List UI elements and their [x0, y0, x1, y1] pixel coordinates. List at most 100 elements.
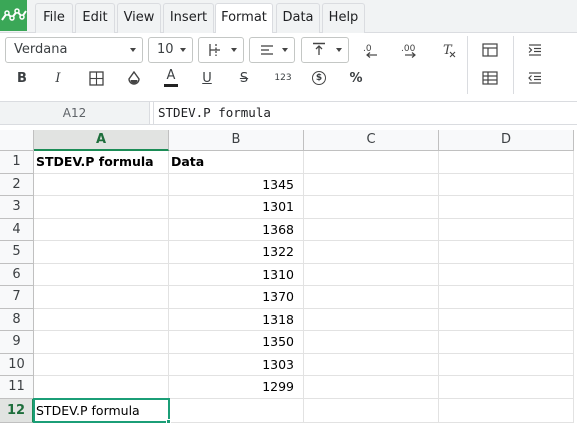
merge-cells-button[interactable] — [478, 38, 502, 62]
cell-d6[interactable] — [439, 264, 574, 286]
menu-edit[interactable]: Edit — [75, 3, 115, 33]
vertical-align-select[interactable] — [301, 37, 349, 63]
borders-select[interactable] — [198, 37, 244, 63]
cell-b12[interactable] — [169, 399, 304, 423]
row-header-8[interactable]: 8 — [0, 309, 34, 331]
strikethrough-button[interactable]: S — [232, 66, 256, 90]
row-header-4[interactable]: 4 — [0, 219, 34, 241]
cell-b10[interactable]: 1303 — [169, 354, 304, 376]
cell-b7[interactable]: 1370 — [169, 286, 304, 309]
insert-table-button[interactable] — [478, 66, 502, 90]
menu-format[interactable]: Format — [215, 3, 273, 34]
cell-c1[interactable] — [304, 151, 439, 174]
row-header-5[interactable]: 5 — [0, 241, 34, 264]
cell-a2[interactable] — [34, 174, 169, 196]
cell-a6[interactable] — [34, 264, 169, 286]
cell-b11[interactable]: 1299 — [169, 376, 304, 399]
cell-c3[interactable] — [304, 196, 439, 219]
cell-a11[interactable] — [34, 376, 169, 399]
cell-a1[interactable]: STDEV.P formula — [34, 151, 169, 174]
cell-d3[interactable] — [439, 196, 574, 219]
column-header-d[interactable]: D — [439, 130, 574, 151]
font-color-button[interactable]: A — [159, 66, 183, 90]
row-header-12[interactable]: 12 — [0, 399, 34, 423]
cell-reference-box[interactable]: A12 — [0, 102, 150, 124]
column-header-b[interactable]: B — [169, 130, 304, 151]
cell-a10[interactable] — [34, 354, 169, 376]
cell-b2[interactable]: 1345 — [169, 174, 304, 196]
row-header-1[interactable]: 1 — [0, 151, 34, 174]
cell-a3[interactable] — [34, 196, 169, 219]
cell-d11[interactable] — [439, 376, 574, 399]
cell-a12[interactable]: STDEV.P formula — [34, 399, 169, 423]
cell-c2[interactable] — [304, 174, 439, 196]
cell-c7[interactable] — [304, 286, 439, 309]
border-style-icon — [209, 44, 220, 56]
cell-b4[interactable]: 1368 — [169, 219, 304, 241]
indent-increase-icon — [528, 44, 541, 56]
row-header-2[interactable]: 2 — [0, 174, 34, 196]
cell-c4[interactable] — [304, 219, 439, 241]
cell-d2[interactable] — [439, 174, 574, 196]
decrease-decimal-button[interactable]: .0 — [360, 38, 384, 62]
cell-c11[interactable] — [304, 376, 439, 399]
cell-d8[interactable] — [439, 309, 574, 331]
row-header-11[interactable]: 11 — [0, 376, 34, 399]
menu-file[interactable]: File — [35, 3, 73, 33]
cell-borders-button[interactable] — [84, 66, 108, 90]
row-header-6[interactable]: 6 — [0, 264, 34, 286]
increase-decimal-button[interactable]: .00 — [398, 38, 422, 62]
row-header-3[interactable]: 3 — [0, 196, 34, 219]
formula-input[interactable]: STDEV.P formula — [153, 102, 577, 124]
fill-handle[interactable] — [166, 419, 171, 424]
cell-d12[interactable] — [439, 399, 574, 423]
horizontal-align-select[interactable] — [249, 37, 295, 63]
row-header-7[interactable]: 7 — [0, 286, 34, 309]
menu-data[interactable]: Data — [276, 3, 320, 33]
indent-increase-button[interactable] — [523, 38, 547, 62]
cell-a5[interactable] — [34, 241, 169, 264]
font-size-select[interactable]: 10 — [148, 37, 193, 63]
indent-decrease-button[interactable] — [523, 66, 547, 90]
clear-formatting-button[interactable]: T — [437, 38, 461, 62]
cell-b8[interactable]: 1318 — [169, 309, 304, 331]
menu-view[interactable]: View — [117, 3, 161, 33]
cell-d9[interactable] — [439, 331, 574, 354]
row-header-10[interactable]: 10 — [0, 354, 34, 376]
row-header-9[interactable]: 9 — [0, 331, 34, 354]
background-color-button[interactable] — [122, 66, 146, 90]
cell-d5[interactable] — [439, 241, 574, 264]
cell-c5[interactable] — [304, 241, 439, 264]
number-format-button[interactable]: 123 — [270, 66, 296, 90]
percent-format-button[interactable]: % — [344, 66, 368, 90]
column-header-c[interactable]: C — [304, 130, 439, 151]
cell-d10[interactable] — [439, 354, 574, 376]
bold-button[interactable]: B — [10, 66, 34, 90]
cell-c12[interactable] — [304, 399, 439, 423]
cell-b9[interactable]: 1350 — [169, 331, 304, 354]
menu-help[interactable]: Help — [322, 3, 365, 33]
cell-d7[interactable] — [439, 286, 574, 309]
menu-insert[interactable]: Insert — [163, 3, 214, 33]
font-name-select[interactable]: Verdana — [5, 37, 143, 63]
column-header-a[interactable]: A — [34, 130, 169, 151]
cell-b3[interactable]: 1301 — [169, 196, 304, 219]
cell-a8[interactable] — [34, 309, 169, 331]
select-all-corner[interactable] — [0, 130, 34, 151]
cell-d1[interactable] — [439, 151, 574, 174]
cell-a7[interactable] — [34, 286, 169, 309]
cell-a4[interactable] — [34, 219, 169, 241]
cell-b6[interactable]: 1310 — [169, 264, 304, 286]
italic-button[interactable]: I — [46, 66, 70, 90]
currency-format-button[interactable]: $ — [307, 66, 331, 90]
cell-c6[interactable] — [304, 264, 439, 286]
cell-c8[interactable] — [304, 309, 439, 331]
cell-b1[interactable]: Data — [169, 151, 304, 174]
cell-c10[interactable] — [304, 354, 439, 376]
cell-b5[interactable]: 1322 — [169, 241, 304, 264]
underline-button[interactable]: U — [195, 66, 219, 90]
cell-a9[interactable] — [34, 331, 169, 354]
cell-d4[interactable] — [439, 219, 574, 241]
cell-c9[interactable] — [304, 331, 439, 354]
app-logo[interactable] — [0, 0, 27, 31]
